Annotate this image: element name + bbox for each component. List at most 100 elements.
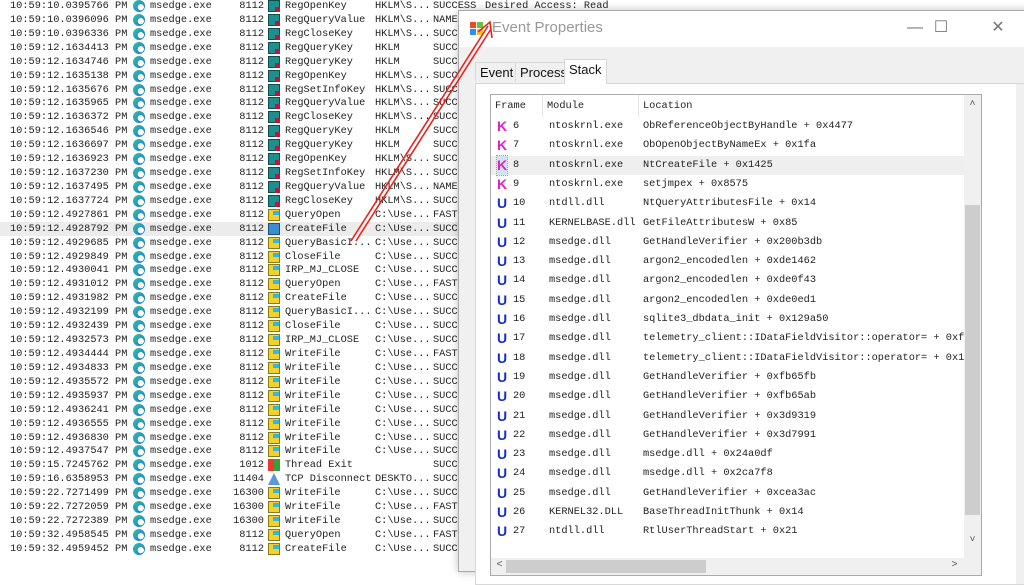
edge-icon (133, 431, 145, 444)
frame-number: 26 (513, 506, 526, 518)
stack-frame-row[interactable]: U 22 msedge.dll GetHandleVerifier + 0x3d799… (491, 426, 975, 445)
operation: WriteFile (285, 389, 341, 402)
column-header-location[interactable]: Location (639, 95, 964, 117)
close-button[interactable]: ✕ (983, 17, 1013, 39)
frame-number: 27 (513, 525, 526, 538)
stack-frame-row[interactable]: U 16 msedge.dll sqlite3_dbdata_init + 0x129… (491, 310, 975, 329)
edge-icon (133, 97, 145, 110)
process-name: msedge.exe (150, 348, 212, 360)
tab-event[interactable]: Event (475, 62, 519, 82)
vertical-scroll-thumb[interactable] (965, 205, 980, 515)
path: HKLM\S... (375, 167, 431, 180)
location: GetHandleVerifier + 0x3d7991 (643, 428, 817, 441)
result: FAST (433, 278, 458, 291)
result: SUCC (433, 167, 458, 180)
edge-icon (133, 250, 145, 263)
column-header-module[interactable]: Module (543, 95, 639, 117)
stack-frame-row[interactable]: U 12 msedge.dll GetHandleVerifier + 0x200b3… (491, 233, 975, 252)
edge-icon (133, 41, 145, 54)
operation: QueryOpen (285, 208, 341, 221)
path: C:\Use... (375, 306, 431, 319)
scroll-right-icon[interactable]: > (946, 560, 963, 571)
title-bar[interactable]: Event Properties — ☐ ✕ (459, 11, 1024, 47)
path: C:\Use... (375, 250, 431, 263)
module: ntdll.dll (549, 525, 605, 538)
event-time: 10:59:12.4929849 PM (10, 250, 128, 263)
path: HKLM\S... (375, 153, 431, 166)
module: ntoskrnl.exe (549, 158, 624, 171)
file-system-icon (268, 222, 280, 235)
event-time: 10:59:10.0396336 PM (10, 27, 128, 40)
stack-frame-row[interactable]: U 26 KERNEL32.DLL BaseThreadInitThunk + 0x1… (491, 503, 975, 522)
event-time: 10:59:10.0395766 PM (10, 0, 128, 12)
operation: WriteFile (285, 417, 341, 430)
location: argon2_encodedlen + 0xde1462 (643, 255, 817, 268)
stack-frame-row[interactable]: U 17 msedge.dll telemetry_client::IDataFiel… (491, 329, 977, 348)
event-time: 10:59:12.4936241 PM (10, 403, 128, 416)
event-time: 10:59:10.0396096 PM (10, 13, 128, 26)
pid: 8112 (239, 125, 264, 138)
horizontal-scrollbar[interactable]: < > (491, 558, 981, 575)
file-system-icon (268, 292, 280, 305)
path: HKLM (375, 41, 400, 54)
stack-frame-row[interactable]: K 6 ntoskrnl.exe ObReferenceObjectByHandle … (491, 117, 975, 136)
panel-edge (1016, 84, 1024, 584)
stack-frame-row[interactable]: U 15 msedge.dll argon2_encodedlen + 0xde0ed… (491, 291, 975, 310)
user-mode-icon: U (497, 349, 508, 366)
registry-icon (268, 0, 280, 12)
path: C:\Use... (375, 445, 431, 458)
operation: RegSetInfoKey (285, 167, 366, 180)
operation: WriteFile (285, 487, 341, 500)
stack-frame-row[interactable]: U 21 msedge.dll GetHandleVerifier + 0x3d931… (491, 407, 975, 426)
location: msedge.dll + 0x24a0df (643, 448, 773, 461)
result: SUCC (433, 334, 458, 347)
path: HKLM (375, 139, 400, 152)
stack-list[interactable]: Frame Module Location K 6 ntoskrnl.exe ObRe… (490, 94, 982, 576)
stack-frame-row[interactable]: U 25 msedge.dll GetHandleVerifier + 0xcea3a… (491, 484, 975, 503)
edge-icon (133, 445, 145, 458)
stack-frame-row[interactable]: U 10 ntdll.dll NtQueryAttributesFile + 0x14 (491, 194, 975, 213)
process-name: msedge.exe (150, 473, 212, 486)
stack-frame-row[interactable]: K 8 ntoskrnl.exe NtCreateFile + 0x1425 (491, 154, 975, 176)
stack-frame-row[interactable]: U 11 KERNELBASE.dll GetFileAttributesW + 0x… (491, 214, 975, 233)
location: GetHandleVerifier + 0xfb65ab (643, 390, 817, 403)
process-name: msedge.exe (150, 459, 212, 472)
stack-frame-row[interactable]: U 13 msedge.dll argon2_encodedlen + 0xde146… (491, 252, 975, 271)
edge-icon (133, 139, 145, 152)
edge-icon (133, 487, 145, 500)
file-system-icon (268, 236, 280, 249)
frame-number: 12 (513, 235, 526, 248)
result: SUCC (433, 111, 458, 124)
stack-frame-row[interactable]: K 7 ntoskrnl.exe ObOpenObjectByNameEx + 0x1… (491, 136, 975, 155)
edge-icon (133, 180, 145, 193)
process-name: msedge.exe (150, 501, 212, 514)
tab-stack[interactable]: Stack (564, 59, 607, 84)
scroll-down-icon[interactable]: ˅ (964, 535, 981, 546)
horizontal-scroll-thumb[interactable] (506, 560, 706, 573)
process-name: msedge.exe (150, 139, 212, 152)
column-header-frame[interactable]: Frame (491, 95, 543, 117)
stack-frame-row[interactable]: U 20 msedge.dll GetHandleVerifier + 0xfb65a… (491, 387, 975, 406)
module: msedge.dll (549, 332, 611, 345)
path: C:\Use... (375, 515, 431, 528)
result: SUCC (433, 320, 458, 333)
stack-frame-row[interactable]: U 19 msedge.dll GetHandleVerifier + 0xfb65f… (491, 368, 975, 387)
scroll-up-icon[interactable]: ˄ (964, 99, 981, 110)
stack-frame-row[interactable]: U 18 msedge.dll telemetry_client::IDataFiel… (491, 349, 977, 368)
module: msedge.dll (549, 409, 611, 422)
path: HKLM\S... (375, 13, 431, 26)
event-time: 10:59:12.4928792 PM (10, 222, 128, 235)
module: msedge.dll (549, 255, 611, 268)
file-system-icon (268, 501, 280, 514)
edge-icon (133, 125, 145, 138)
stack-frame-row[interactable]: U 24 msedge.dll msedge.dll + 0x2ca7f8 (491, 464, 975, 483)
stack-frame-row[interactable]: U 14 msedge.dll argon2_encodedlen + 0xde0f4… (491, 271, 975, 290)
stack-frame-row[interactable]: U 23 msedge.dll msedge.dll + 0x24a0df (491, 445, 975, 464)
stack-frame-row[interactable]: K 9 ntoskrnl.exe setjmpex + 0x8575 (491, 175, 975, 194)
pid: 8112 (239, 222, 264, 235)
vertical-scrollbar[interactable]: ˄ ˅ (964, 95, 981, 558)
operation: WriteFile (285, 445, 341, 458)
maximize-button[interactable]: ☐ (926, 17, 956, 39)
stack-frame-row[interactable]: U 27 ntdll.dll RtlUserThreadStart + 0x21 (491, 522, 975, 541)
operation: WriteFile (285, 348, 341, 360)
